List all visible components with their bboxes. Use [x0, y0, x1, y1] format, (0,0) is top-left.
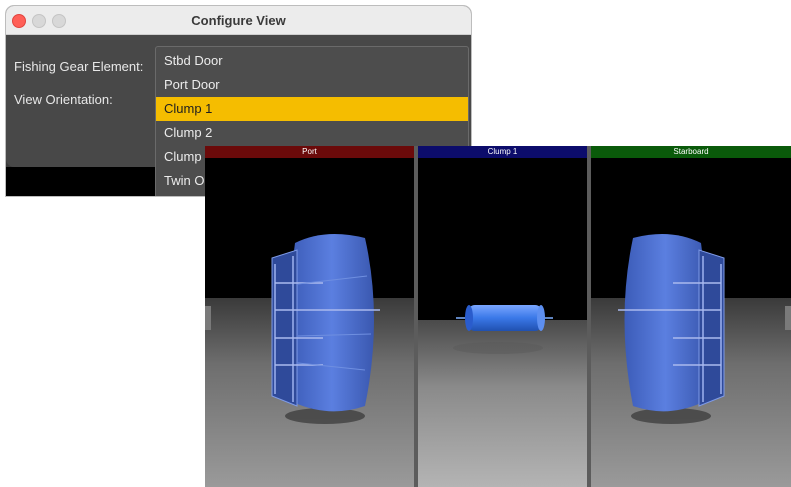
starboard-door-scene	[591, 158, 791, 487]
window-title: Configure View	[191, 13, 286, 28]
clump1-pane-header: Clump 1	[418, 146, 587, 158]
fishing-gear-element-label: Fishing Gear Element:	[14, 59, 144, 74]
left-edge-handle[interactable]	[205, 306, 211, 330]
port-view-pane[interactable]: Port	[205, 146, 414, 487]
clump1-view-pane[interactable]: Clump 1	[418, 146, 587, 487]
right-edge-handle[interactable]	[785, 306, 791, 330]
option-stbd-door[interactable]: Stbd Door	[156, 49, 468, 73]
starboard-view-pane[interactable]: Starboard	[591, 146, 791, 487]
view-orientation-label: View Orientation:	[14, 92, 113, 107]
gear-3d-viewer: Port Clump 1 Starboard	[205, 146, 791, 487]
clump1-scene	[418, 158, 587, 487]
option-port-door[interactable]: Port Door	[156, 73, 468, 97]
port-pane-header: Port	[205, 146, 414, 158]
option-clump-2[interactable]: Clump 2	[156, 121, 468, 145]
starboard-pane-header: Starboard	[591, 146, 791, 158]
port-door-scene	[205, 158, 414, 487]
title-bar: Configure View	[6, 6, 471, 35]
option-clump-1-selected[interactable]: Clump 1	[156, 97, 468, 121]
